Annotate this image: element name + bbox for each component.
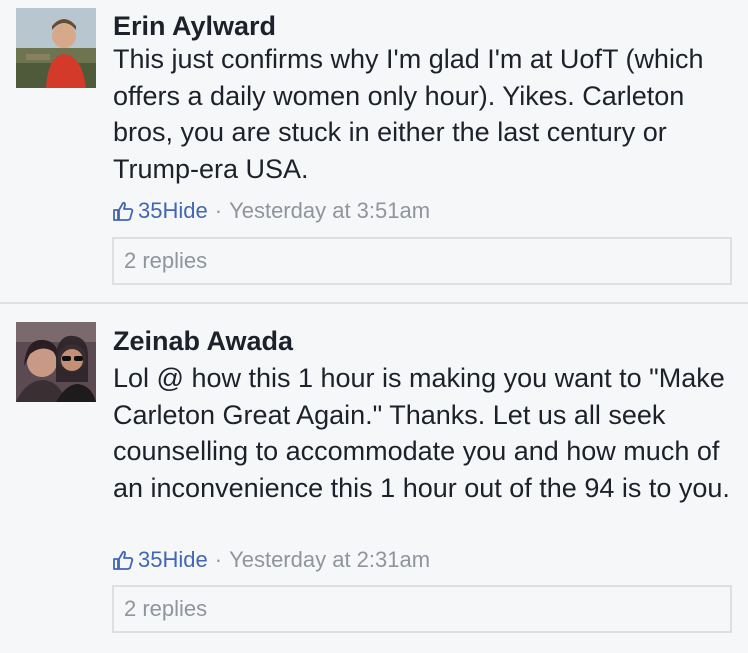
like-count[interactable]: 35	[138, 198, 162, 224]
hide-link[interactable]: Hide	[162, 198, 207, 224]
avatar-photo	[16, 322, 96, 402]
thumbs-up-icon[interactable]	[112, 200, 134, 222]
avatar[interactable]	[16, 8, 96, 88]
avatar[interactable]	[16, 322, 96, 402]
view-replies-button[interactable]: 2 replies	[112, 237, 732, 285]
comment-actions: 35 Hide · Yesterday at 3:51am	[112, 198, 430, 224]
timestamp[interactable]: Yesterday at 3:51am	[229, 198, 430, 224]
hide-link[interactable]: Hide	[162, 547, 207, 573]
comment-text: This just confirms why I'm glad I'm at U…	[113, 44, 704, 184]
comment: Erin Aylward This just confirms why I'm …	[0, 0, 748, 302]
avatar-photo	[16, 8, 96, 88]
meta-separator: ·	[214, 547, 223, 572]
view-replies-button[interactable]: 2 replies	[112, 585, 732, 633]
comment-author[interactable]: Zeinab Awada	[113, 325, 293, 357]
comment-actions: 35 Hide · Yesterday at 2:31am	[112, 547, 430, 573]
meta-separator: ·	[214, 198, 223, 223]
like-count[interactable]: 35	[138, 547, 162, 573]
replies-label: 2 replies	[124, 596, 208, 621]
comment-feed: Erin Aylward This just confirms why I'm …	[0, 0, 748, 653]
replies-label: 2 replies	[124, 248, 208, 273]
timestamp[interactable]: Yesterday at 2:31am	[229, 547, 430, 573]
comment-author[interactable]: Erin Aylward	[113, 10, 276, 42]
thumbs-up-icon[interactable]	[112, 549, 134, 571]
comment: Zeinab Awada Lol @ how this 1 hour is ma…	[0, 304, 748, 653]
comment-text: Lol @ how this 1 hour is making you want…	[113, 363, 730, 503]
